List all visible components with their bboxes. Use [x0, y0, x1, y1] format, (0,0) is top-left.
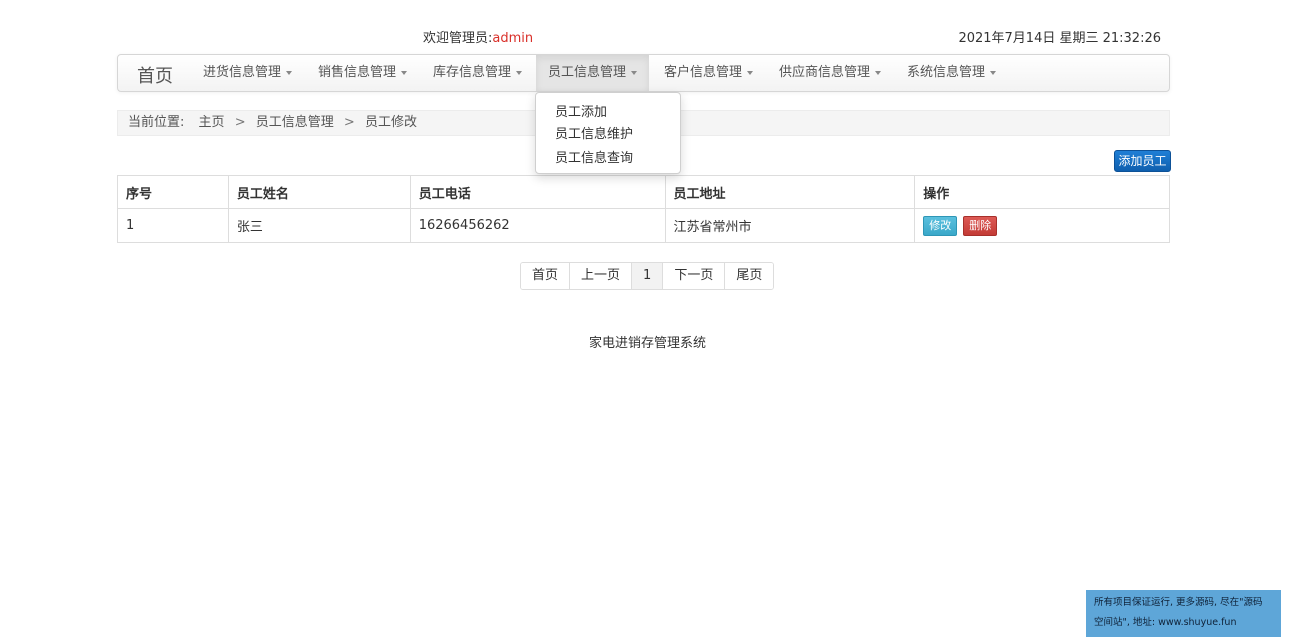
caret-down-icon	[516, 70, 523, 75]
welcome-prefix: 欢迎管理员:	[423, 31, 493, 46]
nav-purchase-management[interactable]: 进货信息管理	[191, 55, 304, 91]
edit-button[interactable]: 修改	[923, 215, 958, 236]
add-employee-button[interactable]: 添加员工	[1114, 150, 1171, 172]
caret-down-icon	[990, 70, 997, 75]
header-address: 员工地址	[664, 175, 916, 209]
brand-home-link[interactable]: 首页	[137, 62, 173, 88]
cell-name: 张三	[227, 208, 411, 243]
top-bar: 欢迎管理员:admin 2021年7月14日 星期三 21:32:26	[0, 0, 1295, 54]
breadcrumb-employee-management[interactable]: 员工信息管理	[256, 111, 334, 135]
notice-line-2: 空间站", 地址: www.shuyue.fun	[1094, 617, 1237, 628]
breadcrumb-label: 当前位置:	[128, 115, 185, 130]
pagination: 首页 上一页 1 下一页 尾页	[520, 262, 775, 290]
main-navbar: 首页 进货信息管理 销售信息管理 库存信息管理 员工信息管理 客户信息管理 供应…	[117, 54, 1170, 92]
nav-label: 销售信息管理	[318, 65, 397, 80]
cell-index: 1	[117, 208, 229, 243]
nav-label: 进货信息管理	[203, 65, 282, 80]
table-row: 1 张三 16266456262 江苏省常州市 修改 删除	[117, 208, 1170, 243]
employee-table: 序号 员工姓名 员工电话 员工地址 操作 1 张三 16266456262 江苏…	[117, 175, 1170, 243]
source-notice-banner: 所有项目保证运行, 更多源码, 尽在"源码 空间站", 地址: www.shuy…	[1086, 590, 1281, 637]
table-header-row: 序号 员工姓名 员工电话 员工地址 操作	[117, 175, 1170, 209]
nav-employee-management[interactable]: 员工信息管理	[536, 55, 650, 91]
menu-item-employee-maintenance[interactable]: 员工信息维护	[555, 123, 633, 142]
cell-address: 江苏省常州市	[664, 208, 916, 243]
header-actions: 操作	[914, 175, 1170, 209]
admin-username: admin	[492, 31, 534, 46]
caret-down-icon	[747, 70, 754, 75]
nav-label: 供应商信息管理	[779, 65, 871, 80]
breadcrumb-current-page: 员工修改	[364, 115, 417, 130]
page-next-button[interactable]: 下一页	[662, 263, 725, 289]
nav-system-management[interactable]: 系统信息管理	[895, 55, 1008, 91]
delete-button[interactable]: 删除	[963, 215, 998, 236]
footer-text: 家电进销存管理系统	[588, 336, 706, 351]
nav-customer-management[interactable]: 客户信息管理	[652, 55, 765, 91]
nav-label: 库存信息管理	[433, 65, 512, 80]
breadcrumb-separator: >	[234, 115, 246, 130]
menu-item-employee-query[interactable]: 员工信息查询	[555, 147, 633, 166]
cell-phone: 16266456262	[409, 208, 666, 243]
caret-down-icon	[286, 70, 293, 75]
header-phone: 员工电话	[409, 175, 666, 209]
nav-label: 系统信息管理	[907, 65, 986, 80]
page-last-button[interactable]: 尾页	[724, 263, 774, 289]
nav-label: 员工信息管理	[548, 65, 627, 80]
employee-dropdown-menu: 员工添加 员工信息维护 员工信息查询	[535, 92, 681, 174]
header-index: 序号	[117, 175, 229, 209]
nav-inventory-management[interactable]: 库存信息管理	[421, 55, 534, 91]
page-prev-button[interactable]: 上一页	[569, 263, 632, 289]
notice-line-1: 所有项目保证运行, 更多源码, 尽在"源码	[1094, 597, 1263, 608]
page-current[interactable]: 1	[631, 263, 663, 289]
current-datetime: 2021年7月14日 星期三 21:32:26	[958, 31, 1161, 46]
breadcrumb-separator: >	[343, 115, 355, 130]
nav-label: 客户信息管理	[664, 65, 743, 80]
cell-actions: 修改 删除	[914, 208, 1170, 243]
caret-down-icon	[875, 70, 882, 75]
menu-item-add-employee[interactable]: 员工添加	[555, 101, 607, 120]
caret-down-icon	[401, 70, 408, 75]
header-name: 员工姓名	[227, 175, 411, 209]
nav-supplier-management[interactable]: 供应商信息管理	[767, 55, 893, 91]
welcome-message: 欢迎管理员:admin	[423, 27, 533, 46]
caret-down-icon	[631, 70, 638, 75]
nav-sales-management[interactable]: 销售信息管理	[306, 55, 419, 91]
page-first-button[interactable]: 首页	[521, 263, 570, 289]
breadcrumb-home[interactable]: 主页	[199, 111, 225, 135]
